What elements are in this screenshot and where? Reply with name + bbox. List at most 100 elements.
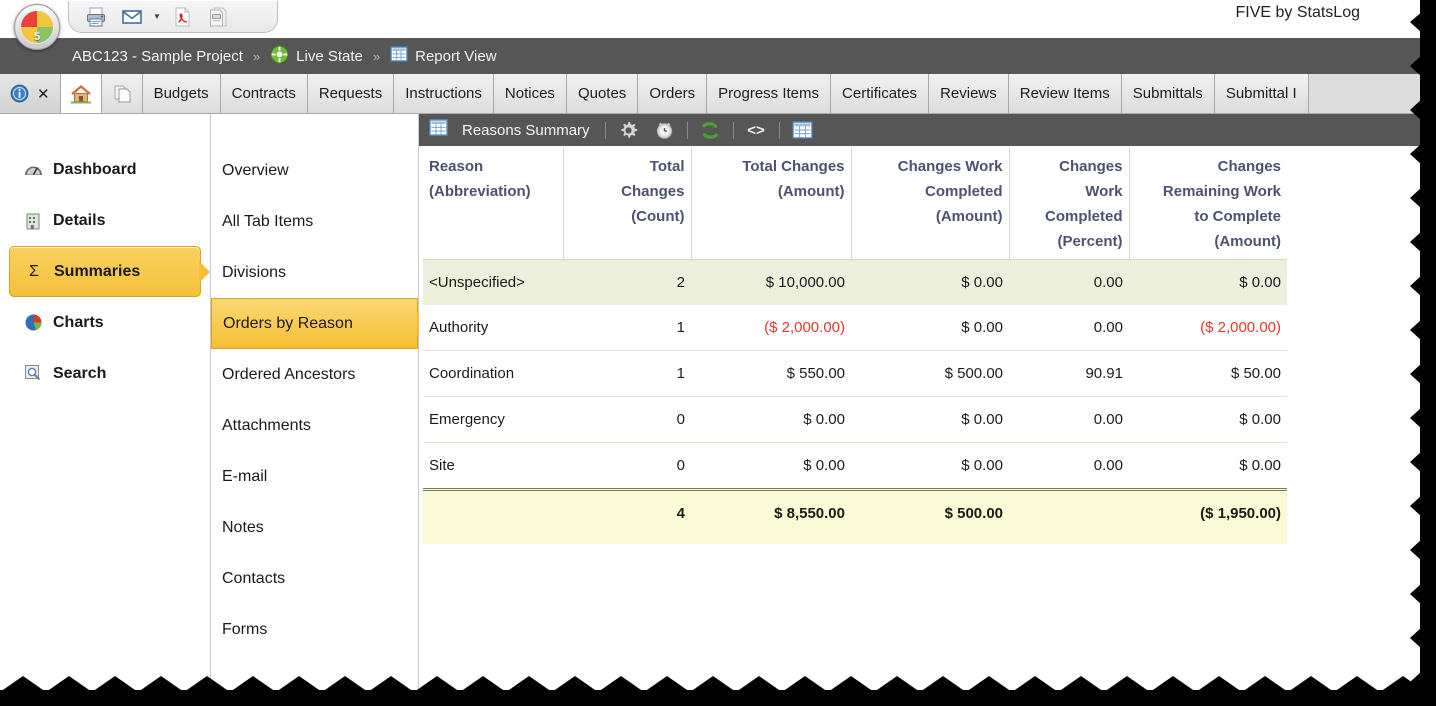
tab-quotes[interactable]: Quotes <box>566 74 639 113</box>
email-dropdown-caret-icon[interactable]: ▼ <box>151 3 163 31</box>
cell-total-changes-amount: $ 0.00 <box>803 456 845 474</box>
breadcrumb-view[interactable]: Report View <box>390 45 497 67</box>
cell-total-changes-amount: $ 0.00 <box>691 396 851 443</box>
pie-chart-icon <box>23 313 43 332</box>
tab-progress-items[interactable]: Progress Items <box>707 74 832 113</box>
main-body: Dashboard Details Σ Summaries Charts Sea… <box>0 114 1420 690</box>
tab-copy[interactable] <box>101 74 143 113</box>
tab-instructions[interactable]: Instructions <box>394 74 494 113</box>
sublist-item-email[interactable]: E-mail <box>211 451 418 502</box>
table-total-row: 4 $ 8,550.00 $ 500.00 ($ 1,950.00) <box>423 487 1287 544</box>
cell-total-changes-count: 4 <box>563 487 691 544</box>
tab-contracts[interactable]: Contracts <box>220 74 308 113</box>
sidebar-item-dashboard[interactable]: Dashboard <box>9 144 201 195</box>
tab-budgets[interactable]: Budgets <box>142 74 221 113</box>
gauge-icon <box>23 162 43 177</box>
sidebar-item-search[interactable]: Search <box>9 348 201 399</box>
refresh-icon[interactable] <box>697 117 724 143</box>
sidebar-item-label: Search <box>53 364 107 382</box>
table-row[interactable]: Authority 1 ($ 2,000.00) $ 0.00 0.00 ($ … <box>423 304 1287 351</box>
cell-reason: Authority <box>423 304 563 351</box>
tab-review-items[interactable]: Review Items <box>1008 74 1122 113</box>
breadcrumb-project[interactable]: ABC123 - Sample Project <box>72 48 243 65</box>
info-icon <box>10 84 29 103</box>
pdf-icon[interactable] <box>165 3 199 31</box>
cell-remaining-work-amount: $ 0.00 <box>1239 456 1281 474</box>
tab-orders[interactable]: Orders <box>638 74 708 113</box>
live-state-icon <box>270 45 289 68</box>
report-export-icon[interactable] <box>201 3 235 31</box>
sublist-item-ordered-ancestors[interactable]: Ordered Ancestors <box>211 349 418 400</box>
sublist-item-divisions[interactable]: Divisions <box>211 247 418 298</box>
column-header-total-changes-count[interactable]: Total Changes (Count) <box>563 147 692 260</box>
toolbar-divider <box>604 121 606 139</box>
table-view-icon[interactable] <box>789 117 816 143</box>
table-row[interactable]: Site 0 $ 0.00 $ 0.00 0.00 $ 0.00 <box>423 442 1287 489</box>
cell-total-changes-amount: $ 8,550.00 <box>691 487 851 544</box>
cell-total-changes-count: 1 <box>563 350 691 397</box>
cell-total-changes-count: 1 <box>563 304 691 351</box>
column-header-total-changes-amount[interactable]: Total Changes (Amount) <box>691 147 852 260</box>
tab-submittal-items[interactable]: Submittal I <box>1214 74 1309 113</box>
tab-info[interactable]: ✕ <box>0 74 61 113</box>
print-icon[interactable] <box>79 3 113 31</box>
sidebar-item-details[interactable]: Details <box>9 195 201 246</box>
cell-work-completed-amount: $ 0.00 <box>961 456 1003 474</box>
copy-icon <box>114 85 131 102</box>
screenshot-root: ▼ FIVE by StatsLog 5 ABC123 - Sample Pro… <box>0 0 1436 706</box>
orb-number: 5 <box>33 31 41 43</box>
column-header-remaining-work-amount[interactable]: Changes Remaining Work to Complete (Amou… <box>1129 147 1287 260</box>
cell-remaining-work-amount: $ 0.00 <box>1129 259 1287 305</box>
breadcrumb: ABC123 - Sample Project » Live State » R… <box>0 38 1420 74</box>
app-orb-button[interactable]: 5 <box>14 4 60 50</box>
column-header-reason[interactable]: Reason (Abbreviation) <box>423 147 564 260</box>
summaries-sublist: Overview All Tab Items Divisions Orders … <box>211 114 419 690</box>
cell-work-completed-amount: $ 0.00 <box>851 396 1009 443</box>
clock-icon[interactable] <box>651 117 678 143</box>
sublist-item-orders-by-reason[interactable]: Orders by Reason <box>211 298 418 349</box>
sidebar-item-charts[interactable]: Charts <box>9 297 201 348</box>
cell-work-completed-amount: $ 0.00 <box>851 304 1009 351</box>
cell-work-completed-percent <box>1009 487 1129 544</box>
report-title: Reasons Summary <box>462 121 590 139</box>
sublist-item-forms[interactable]: Forms <box>211 604 418 655</box>
breadcrumb-view-label: Report View <box>415 47 497 65</box>
tab-submittals[interactable]: Submittals <box>1121 74 1215 113</box>
email-icon[interactable] <box>115 3 149 31</box>
cell-reason: Site <box>429 456 455 474</box>
column-header-line: Reason (Abbreviation) <box>429 158 531 200</box>
cell-work-completed-percent: 90.91 <box>1009 350 1129 397</box>
tab-home[interactable] <box>60 74 102 113</box>
gear-icon[interactable] <box>615 117 642 143</box>
table-row[interactable]: Emergency 0 $ 0.00 $ 0.00 0.00 $ 0.00 <box>423 396 1287 443</box>
column-header-line: Changes Work Completed (Percent) <box>1044 158 1123 250</box>
sublist-item-attachments[interactable]: Attachments <box>211 400 418 451</box>
cell-total-changes-count: 0 <box>563 396 691 443</box>
cell-reason: Coordination <box>423 350 563 397</box>
sublist-item-overview[interactable]: Overview <box>211 145 418 196</box>
tab-notices[interactable]: Notices <box>493 74 567 113</box>
report-view-icon <box>390 45 408 67</box>
column-header-work-completed-amount[interactable]: Changes Work Completed (Amount) <box>851 147 1010 260</box>
tab-close-icon[interactable]: ✕ <box>37 85 50 103</box>
tab-certificates[interactable]: Certificates <box>831 74 930 113</box>
breadcrumb-state-label: Live State <box>296 47 363 65</box>
table-row[interactable]: Coordination 1 $ 550.00 $ 500.00 90.91 $… <box>423 350 1287 397</box>
sidebar-item-summaries[interactable]: Σ Summaries <box>9 246 201 297</box>
tab-reviews[interactable]: Reviews <box>929 74 1009 113</box>
sublist-item-all-tab-items[interactable]: All Tab Items <box>211 196 418 247</box>
orb-logo-icon: 5 <box>20 10 54 44</box>
breadcrumb-state[interactable]: Live State <box>270 45 363 68</box>
primary-nav: Dashboard Details Σ Summaries Charts Sea… <box>0 114 211 690</box>
sublist-item-notes[interactable]: Notes <box>211 502 418 553</box>
cell-work-completed-amount: $ 0.00 <box>851 259 1009 305</box>
sublist-item-contacts[interactable]: Contacts <box>211 553 418 604</box>
column-header-work-completed-percent[interactable]: Changes Work Completed (Percent) <box>1009 147 1130 260</box>
breadcrumb-separator-2: » <box>372 48 381 64</box>
column-header-line: Total Changes (Amount) <box>742 158 845 200</box>
quick-access-toolbar: ▼ <box>68 1 278 33</box>
table-row[interactable]: <Unspecified> 2 $ 10,000.00 $ 0.00 0.00 … <box>423 259 1287 305</box>
code-icon[interactable]: <> <box>743 117 770 143</box>
tab-requests[interactable]: Requests <box>307 74 395 113</box>
column-header-line: Total Changes (Count) <box>621 158 685 225</box>
